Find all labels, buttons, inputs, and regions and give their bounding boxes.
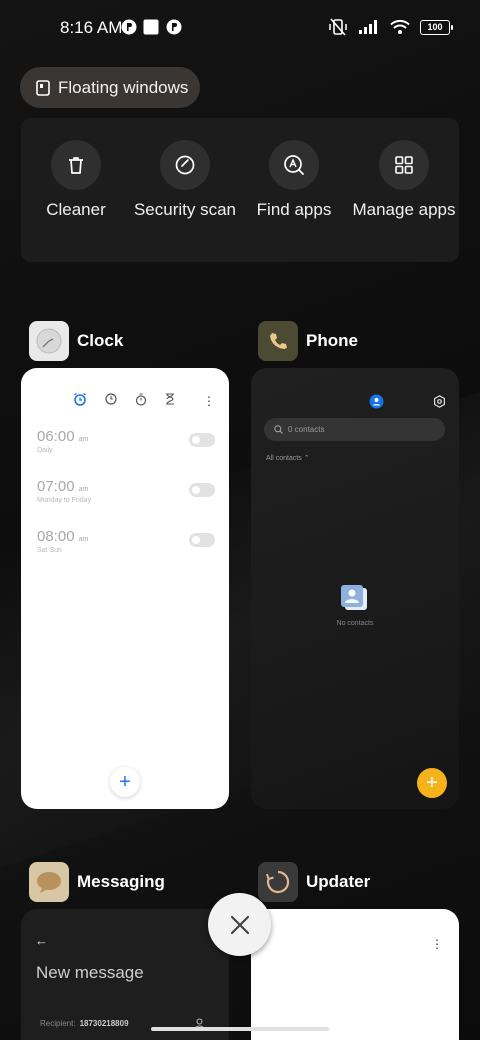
alarm-time: 08:00: [37, 528, 75, 545]
tool-manage-apps-circle: [379, 140, 429, 190]
updater-app-icon: [258, 862, 298, 902]
world-clock-tab-icon[interactable]: [105, 393, 117, 405]
close-icon: [230, 915, 249, 934]
recipient-field[interactable]: Recipient: 18730218809: [40, 1019, 129, 1028]
alarm-time: 06:00: [37, 428, 75, 445]
new-message-title: New message: [36, 963, 144, 982]
messaging-app-preview[interactable]: ← New message Recipient: 18730218809: [21, 909, 229, 1040]
messaging-app-name: Messaging: [77, 872, 165, 891]
home-indicator[interactable]: [151, 1027, 329, 1031]
contacts-search-placeholder: 0 contacts: [288, 425, 325, 434]
clock-app-name: Clock: [77, 331, 124, 350]
battery-indicator: 100: [420, 19, 453, 35]
recipient-number: 18730218809: [79, 1019, 129, 1028]
alarm-tab-icon[interactable]: [73, 392, 87, 406]
alarm-repeat: Monday to Friday: [37, 497, 92, 504]
contacts-search-input[interactable]: 0 contacts: [264, 418, 445, 441]
no-contacts-text: No contacts: [336, 620, 374, 627]
alarm-repeat: Daily: [37, 447, 53, 454]
tool-security-scan-circle: [160, 140, 210, 190]
tool-manage-apps-label: Manage apps: [352, 200, 456, 219]
contacts-filter-label: All contacts: [266, 455, 302, 462]
clock-app-icon: [29, 321, 69, 361]
alarm-item[interactable]: 08:00 am Sat Sun: [37, 528, 215, 568]
alarm-toggle[interactable]: [189, 533, 215, 547]
updater-app-preview[interactable]: ⋮: [251, 909, 459, 1040]
alarm-item[interactable]: 07:00 am Monday to Friday: [37, 478, 215, 518]
updater-app-header[interactable]: Updater: [258, 862, 370, 902]
back-arrow-icon[interactable]: ←: [35, 933, 48, 948]
status-bar: 8:16 AM 100: [0, 0, 480, 56]
tool-find-apps-circle: [269, 140, 319, 190]
trash-icon: [69, 157, 83, 174]
tool-security-scan[interactable]: Security scan: [130, 140, 240, 220]
phone-app-name: Phone: [306, 331, 358, 350]
battery-level: 100: [427, 22, 443, 32]
phone-app-preview[interactable]: 0 contacts All contacts ⌃ No contacts +: [251, 368, 459, 809]
settings-icon[interactable]: [433, 395, 446, 408]
phone-app-header[interactable]: Phone: [258, 321, 358, 361]
contacts-tab-icon[interactable]: [369, 394, 384, 409]
no-contacts-illustration: [341, 585, 367, 610]
floating-windows-label: Floating windows: [58, 77, 189, 97]
phone-app-icon: [258, 321, 298, 361]
grid-icon: [395, 156, 413, 174]
floating-window-icon: [36, 79, 50, 96]
alarm-item[interactable]: 06:00 am Daily: [37, 428, 215, 468]
close-all-button[interactable]: [208, 893, 271, 956]
search-icon: [274, 425, 283, 434]
tool-cleaner-circle: [51, 140, 101, 190]
tool-find-apps[interactable]: Find apps: [239, 140, 349, 220]
status-time: 8:16 AM: [60, 18, 123, 37]
clock-tabs: [73, 392, 175, 406]
notification-app-icon: [121, 19, 137, 35]
tools-panel: Cleaner Security scan Find apps Manage a…: [21, 118, 459, 262]
find-apps-icon: [284, 155, 304, 175]
alarm-toggle[interactable]: [189, 483, 215, 497]
signal-icon: [359, 20, 377, 34]
alarm-ampm: am: [78, 486, 89, 493]
clock-app-header[interactable]: Clock: [29, 321, 123, 361]
tool-find-apps-label: Find apps: [256, 200, 332, 219]
tool-cleaner-label: Cleaner: [46, 200, 106, 219]
alarm-repeat: Sat Sun: [37, 547, 62, 554]
updater-app-name: Updater: [306, 872, 371, 891]
clock-app-preview[interactable]: ⋮ 06:00 am Daily 07:00 am Monday to Frid…: [21, 368, 229, 809]
notification-square-icon: [143, 19, 159, 35]
tool-cleaner[interactable]: Cleaner: [21, 140, 131, 220]
more-options-icon[interactable]: ⋮: [203, 394, 215, 408]
more-options-icon[interactable]: ⋮: [431, 937, 443, 951]
alarm-time: 07:00: [37, 478, 75, 495]
add-alarm-button[interactable]: +: [110, 767, 140, 797]
notification-app-icon-2: [166, 19, 182, 35]
contacts-filter-dropdown[interactable]: All contacts ⌃: [266, 454, 310, 462]
stopwatch-tab-icon[interactable]: [135, 392, 147, 406]
recipient-label: Recipient:: [40, 1019, 76, 1028]
shield-check-icon: [175, 155, 195, 175]
alarm-ampm: am: [78, 436, 89, 443]
vibrate-off-icon: [329, 18, 347, 36]
messaging-app-icon: [29, 862, 69, 902]
floating-windows-button[interactable]: Floating windows: [20, 67, 200, 108]
add-contact-button[interactable]: +: [417, 768, 447, 798]
alarm-toggle[interactable]: [189, 433, 215, 447]
timer-tab-icon[interactable]: [165, 393, 175, 405]
alarm-ampm: am: [78, 536, 89, 543]
messaging-app-header[interactable]: Messaging: [29, 862, 165, 902]
tool-security-scan-label: Security scan: [133, 200, 237, 219]
tool-manage-apps[interactable]: Manage apps: [349, 140, 459, 220]
wifi-icon: [390, 19, 410, 34]
